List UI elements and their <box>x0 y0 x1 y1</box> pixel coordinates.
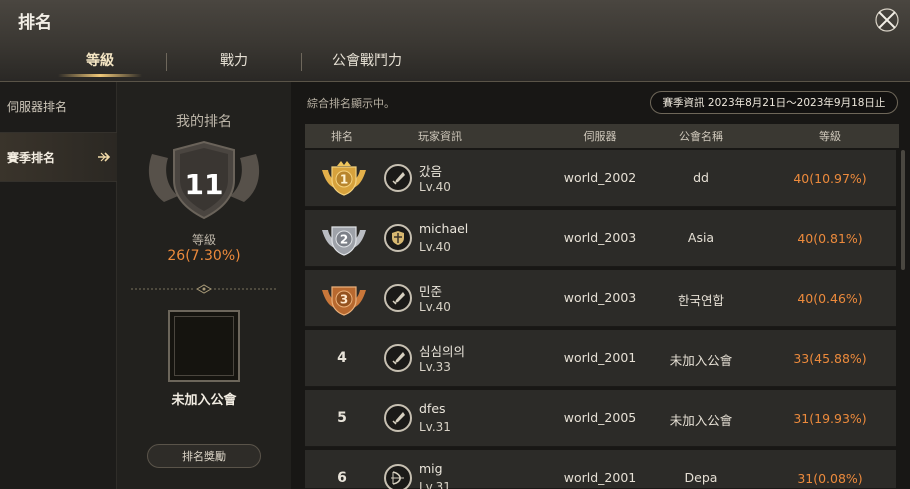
guild-name: Depa <box>684 470 718 485</box>
table-row[interactable]: 2 michael Lv.40 world_2003 Asia 40(0.81%… <box>305 210 896 267</box>
level-value: 31(0.08%) <box>797 471 863 486</box>
svg-text:1: 1 <box>340 173 348 187</box>
close-icon[interactable] <box>874 7 900 33</box>
ranking-notice: 綜合排名顯示中。 <box>307 97 395 110</box>
tab-active-indicator <box>58 74 142 77</box>
window-title: 排名 <box>18 13 52 33</box>
guild-name: 未加入公會 <box>669 413 733 428</box>
column-header-level: 等級 <box>819 130 841 143</box>
sidebar-item-server-ranking[interactable]: 伺服器排名 <box>0 82 117 130</box>
sword-icon <box>392 352 405 365</box>
player-level: Lv.31 <box>419 420 451 434</box>
server-name: world_2003 <box>563 290 637 305</box>
my-rank-number: 11 <box>184 168 224 201</box>
tab-guild-power[interactable]: 公會戰鬥力 <box>332 50 402 70</box>
column-header-guild: 公會名稱 <box>679 130 723 143</box>
tab-power[interactable]: 戰力 <box>220 50 248 70</box>
table-row[interactable]: 3 민준 Lv.40 world_2003 한국연합 40(0.46%) <box>305 270 896 327</box>
sidebar-item-label: 賽季排名 <box>7 150 56 165</box>
bow-class-icon <box>384 464 412 489</box>
player-name: 민준 <box>419 284 443 299</box>
rank-reward-button[interactable]: 排名獎勵 <box>147 444 261 468</box>
server-name: world_2003 <box>563 230 637 245</box>
player-name: 갔음 <box>419 164 443 179</box>
sword-icon <box>392 172 405 185</box>
ranking-list-panel: 綜合排名顯示中。 賽季資訊 2023年8月21日～2023年9月18日止 排名 … <box>291 82 910 489</box>
column-header-player: 玩家資訊 <box>418 130 462 143</box>
ornament-divider <box>131 284 277 294</box>
player-level: Lv.31 <box>419 480 451 489</box>
player-name: mig <box>419 461 443 476</box>
player-level: Lv.33 <box>419 360 451 374</box>
guild-name: 한국연합 <box>677 293 724 308</box>
level-value: 40(0.81%) <box>797 231 863 246</box>
rank-number: 4 <box>337 350 347 366</box>
player-level: Lv.40 <box>419 180 451 194</box>
server-name: world_2005 <box>563 410 637 425</box>
rank-number: 5 <box>337 410 347 426</box>
sidebar-item-season-ranking[interactable]: 賽季排名 <box>0 133 117 181</box>
table-header: 排名 玩家資訊 伺服器 公會名稱 等級 <box>305 124 899 148</box>
arrow-right-icon <box>98 152 111 162</box>
svg-text:3: 3 <box>340 293 348 307</box>
my-rank-panel: 我的排名 11 等級 26(7.30%) 未加入公會 排名獎勵 <box>117 82 291 489</box>
server-name: world_2001 <box>563 350 637 365</box>
sidebar-item-label: 伺服器排名 <box>7 99 68 114</box>
level-value: 40(10.97%) <box>793 171 867 186</box>
player-level: Lv.40 <box>419 240 451 254</box>
divider <box>0 181 117 182</box>
player-name: michael <box>419 221 469 236</box>
table-row[interactable]: 1 갔음 Lv.40 world_2002 dd 40(10.97%) <box>305 150 896 207</box>
table-row[interactable]: 4 심심의의 Lv.33 world_2001 未加入公會 33(45.88%) <box>305 330 896 387</box>
my-level-label: 等級 <box>191 233 216 247</box>
rank-number: 6 <box>337 470 347 486</box>
bow-icon <box>391 471 404 485</box>
player-level: Lv.40 <box>419 300 451 314</box>
guild-name: dd <box>693 170 709 185</box>
my-rank-label: 我的排名 <box>176 114 232 130</box>
server-name: world_2001 <box>563 470 637 485</box>
column-header-server: 伺服器 <box>583 130 617 143</box>
sidebar: 伺服器排名 賽季排名 <box>0 82 117 489</box>
level-value: 40(0.46%) <box>797 291 863 306</box>
top-bar: 排名 等級 戰力 公會戰鬥力 <box>0 0 910 82</box>
sword-class-icon <box>384 404 412 432</box>
server-name: world_2002 <box>563 170 637 185</box>
bronze-medal-icon: 3 <box>322 286 366 316</box>
guild-emblem <box>168 310 240 382</box>
sword-class-icon <box>384 344 412 372</box>
column-header-rank: 排名 <box>331 130 353 143</box>
svg-text:2: 2 <box>340 233 348 247</box>
my-level-value: 26(7.30%) <box>167 248 241 264</box>
guild-emblem-frame <box>174 316 234 376</box>
tab-divider <box>301 53 302 71</box>
gold-medal-icon: 1 <box>322 161 366 196</box>
sword-icon <box>392 292 405 305</box>
shield-icon <box>392 231 404 245</box>
tab-divider <box>166 53 167 71</box>
silver-medal-icon: 2 <box>322 226 366 256</box>
season-info-badge[interactable]: 賽季資訊 2023年8月21日～2023年9月18日止 <box>650 91 898 114</box>
player-name: dfes <box>419 401 446 416</box>
sword-class-icon <box>384 284 412 312</box>
shield-class-icon <box>384 224 412 252</box>
sword-class-icon <box>384 164 412 192</box>
table-row[interactable]: 5 dfes Lv.31 world_2005 未加入公會 31(19.93%) <box>305 390 896 447</box>
tab-level[interactable]: 等級 <box>86 50 114 70</box>
level-value: 31(19.93%) <box>793 411 867 426</box>
player-name: 심심의의 <box>419 344 466 359</box>
table-row[interactable]: 6 mig Lv.31 world_2001 Depa 31(0.08%) <box>305 450 896 489</box>
ranking-scrollbar[interactable] <box>901 150 905 270</box>
level-value: 33(45.88%) <box>793 351 867 366</box>
close-button[interactable] <box>872 5 902 35</box>
guild-name: Asia <box>687 230 715 245</box>
sword-icon <box>392 412 405 425</box>
my-guild-name: 未加入公會 <box>171 393 237 408</box>
guild-name: 未加入公會 <box>669 353 733 368</box>
